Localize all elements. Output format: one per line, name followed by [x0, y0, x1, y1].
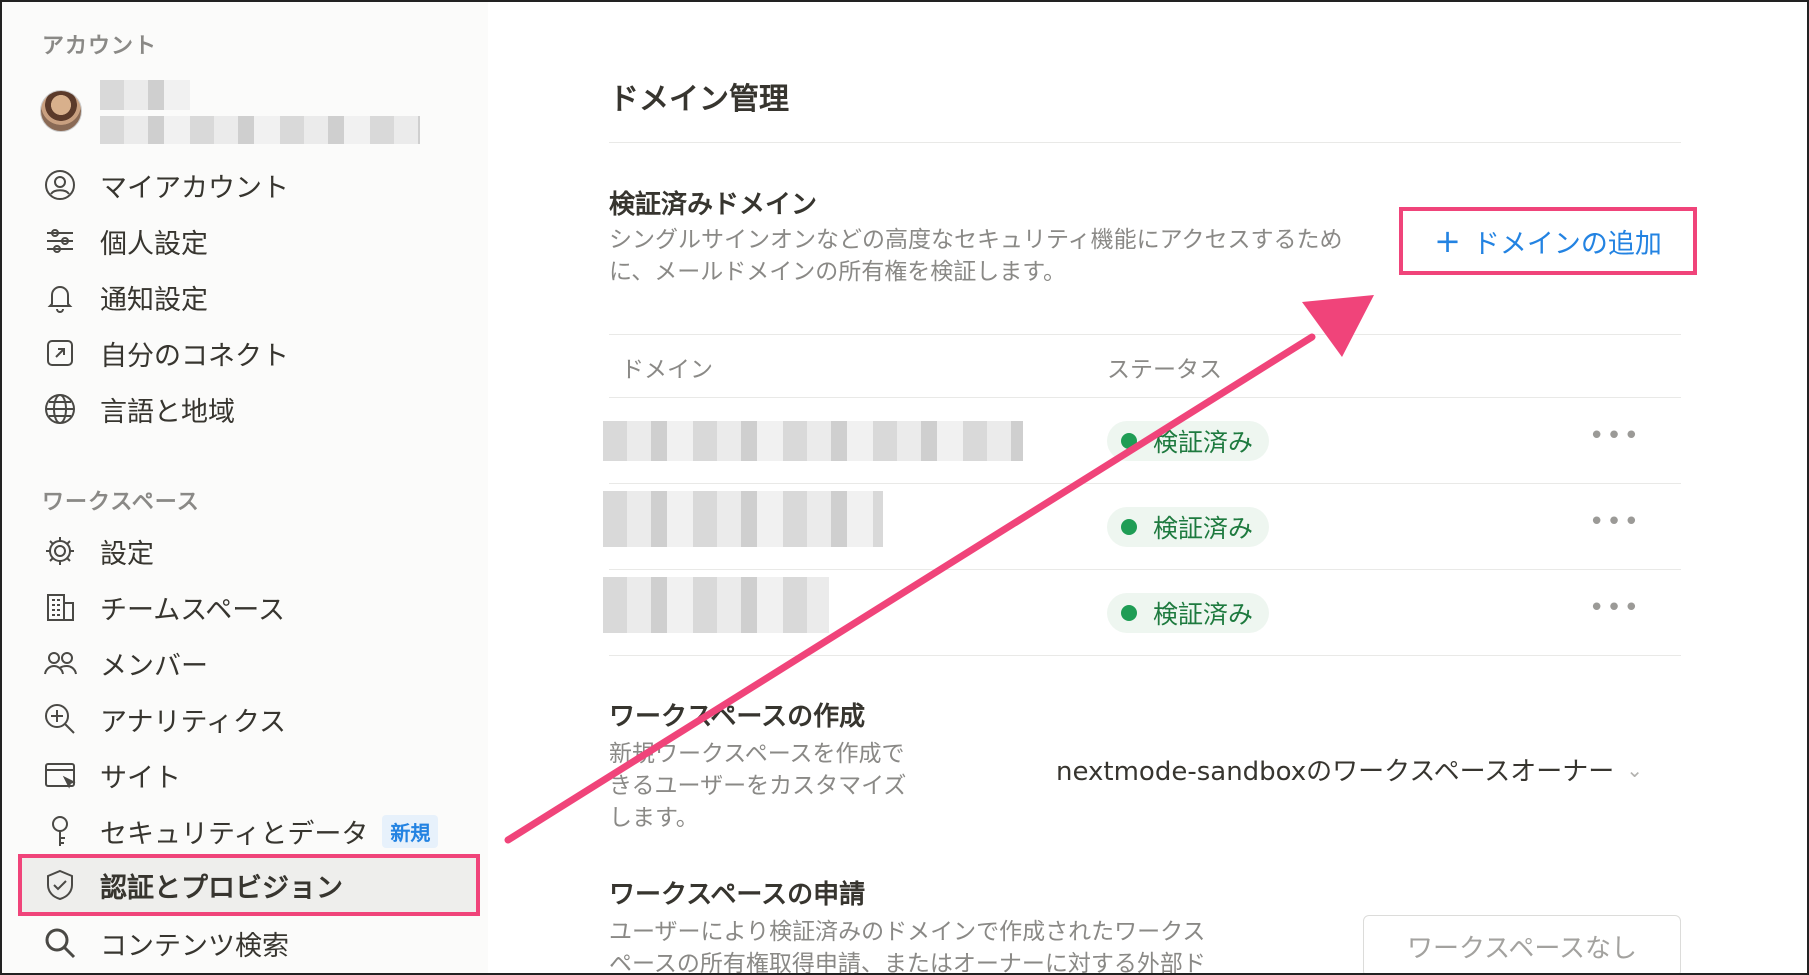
status-label: 検証済み: [1153, 600, 1254, 629]
sidebar-item-settings[interactable]: 設定: [42, 528, 462, 574]
status-badge: 検証済み: [1107, 421, 1270, 461]
window: アカウント マイアカウント 個人設定 通知設定 自分のコネクト 言語と地域 ワー…: [0, 0, 1809, 975]
external-link-icon: [42, 335, 78, 371]
description-line: シングルサインオンなどの高度なセキュリティ機能にアクセスするため: [609, 227, 1343, 253]
sidebar-item-label: チームスペース: [100, 594, 285, 626]
gear-icon: [42, 533, 78, 569]
description-line: 新規ワークスペースを作成で: [609, 741, 905, 767]
sidebar-item-notifications[interactable]: 通知設定: [42, 274, 462, 320]
sidebar-item-label: メンバー: [100, 650, 208, 682]
sidebar-item-label: 言語と地域: [100, 396, 235, 428]
more-options-icon[interactable]: •••: [1589, 507, 1641, 537]
sidebar-item-auth-provisioning-highlight: 認証とプロビジョン: [18, 854, 480, 916]
avatar: [40, 90, 82, 132]
sidebar-item-label: セキュリティとデータ: [100, 818, 369, 850]
table-top-divider: [609, 334, 1681, 335]
divider: [609, 655, 1681, 656]
user-circle-icon: [42, 167, 78, 203]
account-section-label: アカウント: [42, 34, 158, 59]
analytics-search-icon: [42, 701, 78, 737]
table-row: 検証済み •••: [603, 483, 1681, 569]
table-row: 検証済み •••: [603, 397, 1681, 483]
sidebar-item-label: 設定: [100, 538, 154, 570]
blurred-domain: [603, 491, 883, 547]
sidebar-item-auth-provisioning[interactable]: 認証とプロビジョン: [42, 862, 462, 908]
workspace-creation-select[interactable]: nextmode-sandboxのワークスペースオーナー ⌄: [1056, 751, 1643, 788]
blurred-domain: [603, 421, 1023, 461]
workspace-section-label: ワークスペース: [42, 490, 200, 515]
sidebar-item-connections[interactable]: 自分のコネクト: [42, 330, 462, 376]
status-label: 検証済み: [1153, 514, 1254, 543]
building-icon: [42, 589, 78, 625]
description-line: します。: [609, 805, 699, 831]
description-line: に、メールドメインの所有権を検証します。: [609, 259, 1067, 285]
status-label: 検証済み: [1153, 428, 1254, 457]
sidebar-item-personal-settings[interactable]: 個人設定: [42, 218, 462, 264]
workspace-request-select[interactable]: ワークスペースなし: [1363, 915, 1681, 973]
workspace-creation-description: 新規ワークスペースを作成で きるユーザーをカスタマイズ します。: [609, 738, 949, 834]
main-panel: ドメイン管理 検証済みドメイン シングルサインオンなどの高度なセキュリティ機能に…: [488, 2, 1807, 975]
workspace-creation-heading: ワークスペースの作成: [609, 702, 866, 732]
sidebar-item-label: アナリティクス: [100, 706, 287, 738]
people-icon: [42, 645, 78, 681]
description-line: ユーザーにより検証済みのドメインで作成されたワークス: [609, 919, 1206, 945]
description-line: きるユーザーをカスタマイズ: [609, 773, 907, 799]
sidebar-item-members[interactable]: メンバー: [42, 640, 462, 686]
sidebar-item-label: 自分のコネクト: [100, 340, 289, 372]
status-dot-icon: [1121, 519, 1137, 535]
sidebar-item-label: 通知設定: [100, 284, 208, 316]
sidebar-item-teamspaces[interactable]: チームスペース: [42, 584, 462, 630]
status-dot-icon: [1121, 433, 1137, 449]
verified-domains-heading: 検証済みドメイン: [609, 190, 818, 220]
status-badge: 検証済み: [1107, 507, 1270, 547]
profile-block[interactable]: [40, 80, 440, 154]
sidebar-item-label: コンテンツ検索: [100, 930, 289, 962]
new-badge: 新規: [382, 814, 439, 848]
workspace-creation-value: nextmode-sandboxのワークスペースオーナー: [1056, 757, 1615, 787]
browser-cursor-icon: [42, 757, 78, 793]
divider: [609, 142, 1681, 143]
shield-check-icon: [42, 867, 78, 903]
sidebar-item-content-search[interactable]: コンテンツ検索: [42, 920, 462, 966]
blurred-name: [100, 80, 190, 110]
more-options-icon[interactable]: •••: [1589, 593, 1641, 623]
sidebar-item-label: 個人設定: [100, 228, 208, 260]
sidebar-item-my-account[interactable]: マイアカウント: [42, 162, 462, 208]
page-title: ドメイン管理: [609, 82, 789, 117]
sidebar-item-security-data[interactable]: セキュリティとデータ 新規: [42, 808, 462, 854]
bell-icon: [42, 279, 78, 315]
sidebar-item-sites[interactable]: サイト: [42, 752, 462, 798]
settings-sidebar: アカウント マイアカウント 個人設定 通知設定 自分のコネクト 言語と地域 ワー…: [2, 2, 488, 973]
sidebar-item-label: マイアカウント: [100, 172, 289, 204]
more-options-icon[interactable]: •••: [1589, 421, 1641, 451]
sidebar-item-language-region[interactable]: 言語と地域: [42, 386, 462, 432]
search-icon: [42, 925, 78, 961]
key-icon: [42, 813, 78, 849]
sidebar-item-analytics[interactable]: アナリティクス: [42, 696, 462, 742]
status-dot-icon: [1121, 605, 1137, 621]
add-domain-button[interactable]: + ドメインの追加: [1399, 207, 1697, 275]
sidebar-item-label: 認証とプロビジョン: [100, 872, 343, 904]
table-row: 検証済み •••: [603, 569, 1681, 655]
add-domain-label: ドメインの追加: [1472, 228, 1662, 260]
blurred-domain: [603, 577, 829, 633]
status-badge: 検証済み: [1107, 593, 1270, 633]
blurred-email: [100, 116, 420, 144]
column-header-domain: ドメイン: [621, 357, 713, 383]
description-line: ペースの所有権取得申請、またはオーナーに対する外部ド: [609, 951, 1206, 975]
globe-icon: [42, 391, 78, 427]
sliders-icon: [42, 223, 78, 259]
workspace-request-heading: ワークスペースの申請: [609, 880, 866, 910]
plus-icon: +: [1434, 222, 1461, 260]
column-header-status: ステータス: [1107, 357, 1222, 383]
verified-domains-description: シングルサインオンなどの高度なセキュリティ機能にアクセスするため に、メールドメ…: [609, 224, 1389, 288]
workspace-request-description: ユーザーにより検証済みのドメインで作成されたワークス ペースの所有権取得申請、ま…: [609, 916, 1289, 975]
sidebar-item-label: サイト: [100, 762, 181, 794]
chevron-down-icon: ⌄: [1626, 757, 1644, 782]
